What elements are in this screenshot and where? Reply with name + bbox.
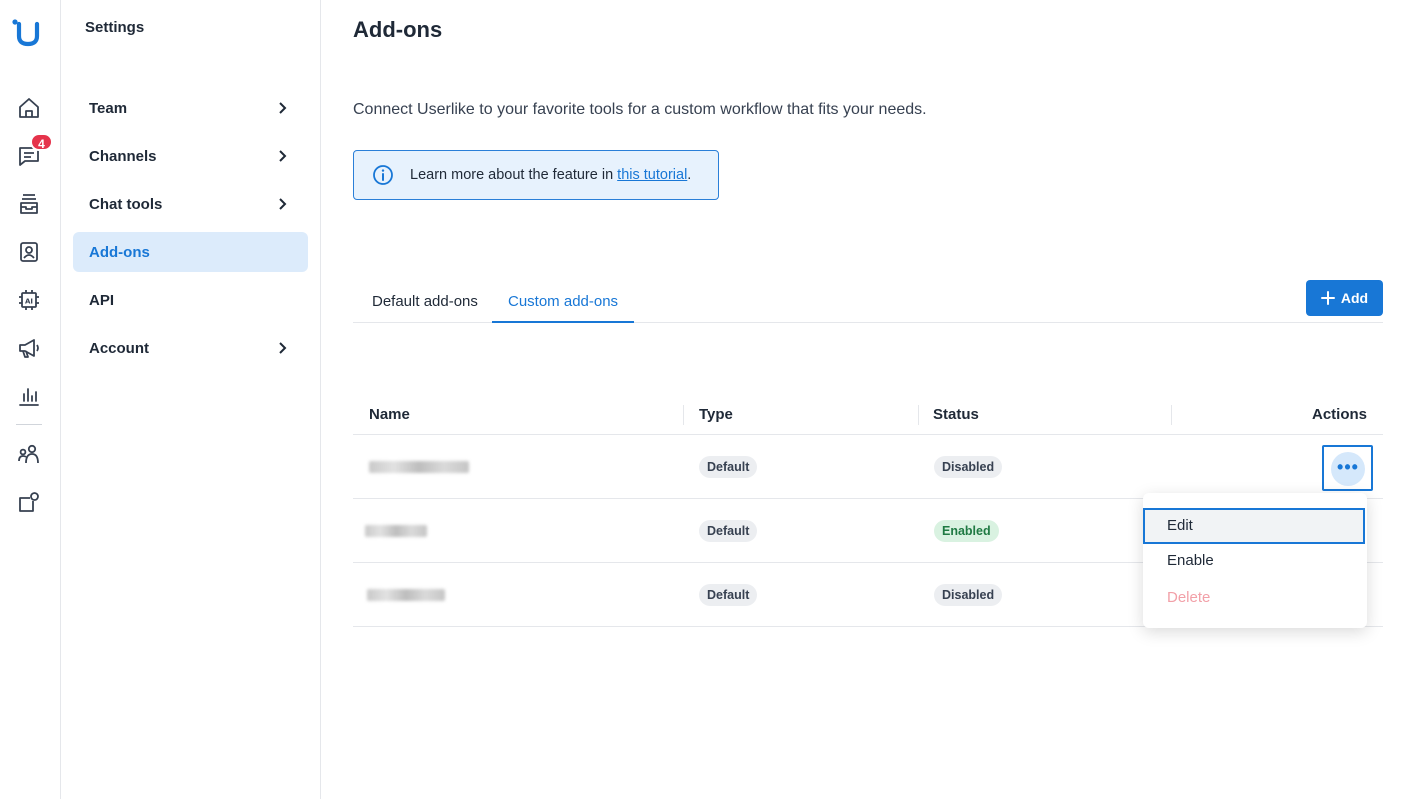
tab-default-add-ons[interactable]: Default add-ons	[356, 280, 494, 323]
column-header-actions: Actions	[1311, 406, 1367, 423]
icon-rail: 4 AI	[0, 0, 61, 799]
chevron-right-icon	[279, 150, 287, 162]
tutorial-link[interactable]: this tutorial	[617, 167, 687, 183]
info-text-prefix: Learn more about the feature in	[410, 167, 618, 183]
svg-text:AI: AI	[25, 298, 33, 306]
chevron-right-icon	[279, 342, 287, 354]
contacts-icon[interactable]	[17, 240, 41, 264]
status-badge: Disabled	[934, 456, 1003, 478]
rail-divider	[16, 424, 42, 425]
sidebar-item-channels[interactable]: Channels	[73, 136, 308, 176]
sidebar-item-label: Team	[89, 99, 128, 117]
column-header-type[interactable]: Type	[699, 395, 733, 435]
row-actions-button[interactable]: •••	[1322, 445, 1373, 491]
sidebar-item-team[interactable]: Team	[73, 88, 308, 128]
megaphone-icon[interactable]	[17, 336, 41, 360]
settings-icon[interactable]	[17, 490, 41, 514]
menu-item-delete[interactable]: Delete	[1143, 580, 1367, 616]
main-content: Add-ons Connect Userlike to your favorit…	[321, 0, 1406, 799]
info-banner: Learn more about the feature in this tut…	[353, 150, 719, 200]
tab-custom-add-ons[interactable]: Custom add-ons	[492, 280, 635, 323]
sidebar-item-add-ons[interactable]: Add-ons	[73, 232, 308, 272]
add-button[interactable]: Add	[1306, 280, 1383, 316]
info-text-suffix: .	[687, 167, 692, 183]
column-header-name[interactable]: Name	[369, 395, 410, 435]
home-icon[interactable]	[17, 96, 41, 120]
column-header-status[interactable]: Status	[933, 395, 979, 435]
table-header: Name Type Status Actions	[353, 395, 1383, 435]
inbox-icon[interactable]	[17, 192, 41, 216]
column-divider	[918, 405, 919, 425]
type-badge: Default	[699, 520, 758, 542]
sidebar-item-label: Chat tools	[89, 195, 163, 213]
type-badge: Default	[699, 584, 758, 606]
sidebar-item-label: Add-ons	[89, 243, 150, 261]
addon-tabs: Default add-ons Custom add-ons	[353, 280, 1383, 323]
table-row[interactable]: Default Disabled	[353, 435, 1383, 499]
status-badge: Enabled	[934, 520, 999, 542]
settings-sidebar: Settings Team Channels Chat tools Add-on…	[61, 0, 321, 799]
page-title: Add-ons	[353, 17, 443, 42]
chevron-right-icon	[279, 102, 287, 114]
more-options-icon: •••	[1337, 457, 1359, 477]
team-icon[interactable]	[17, 442, 41, 466]
sidebar-item-api[interactable]: API	[73, 280, 308, 320]
sidebar-item-chat-tools[interactable]: Chat tools	[73, 184, 308, 224]
settings-title: Settings	[85, 19, 145, 36]
page-description: Connect Userlike to your favorite tools …	[353, 101, 927, 118]
type-badge: Default	[699, 456, 758, 478]
userlike-logo[interactable]	[10, 16, 42, 48]
chevron-right-icon	[279, 198, 287, 210]
info-icon	[373, 165, 393, 185]
column-divider	[683, 405, 684, 425]
addon-name-redacted	[365, 525, 427, 537]
column-divider	[1171, 405, 1172, 425]
plus-icon	[1320, 291, 1335, 305]
sidebar-item-label: Account	[89, 339, 149, 357]
sidebar-item-label: API	[89, 291, 115, 309]
info-text: Learn more about the feature in this tut…	[410, 167, 691, 183]
analytics-icon[interactable]	[17, 384, 41, 408]
menu-item-edit[interactable]: Edit	[1143, 508, 1365, 544]
addon-name-redacted	[369, 461, 469, 473]
row-actions-menu: Edit Enable Delete	[1143, 493, 1367, 628]
status-badge: Disabled	[934, 584, 1003, 606]
sidebar-item-account[interactable]: Account	[73, 328, 308, 368]
sidebar-item-label: Channels	[89, 147, 157, 165]
addon-name-redacted	[367, 589, 445, 601]
notification-badge: 4	[30, 133, 53, 151]
add-button-label: Add	[1340, 290, 1369, 306]
menu-item-enable[interactable]: Enable	[1143, 543, 1367, 579]
ai-icon[interactable]: AI	[17, 288, 41, 312]
